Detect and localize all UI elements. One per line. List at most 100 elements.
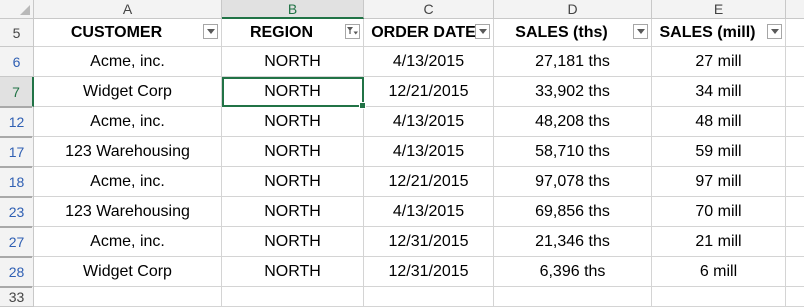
filter-dropdown-button[interactable] (767, 24, 782, 39)
table-header-label: ORDER DATE (371, 23, 476, 41)
table-cell[interactable]: 12/31/2015 (364, 257, 494, 287)
row-header[interactable]: 7 (0, 77, 34, 107)
table-header-label: CUSTOMER (70, 23, 163, 41)
table-cell[interactable]: Acme, inc. (34, 107, 222, 137)
row-header[interactable]: 27 (0, 227, 34, 257)
table-cell[interactable]: NORTH (222, 47, 364, 77)
row-header[interactable]: 28 (0, 257, 34, 287)
dropdown-arrow-icon (770, 29, 779, 34)
active-cell-outline[interactable] (222, 77, 366, 109)
table-cell[interactable] (786, 287, 804, 307)
table-cell[interactable]: 6 mill (652, 257, 786, 287)
table-cell[interactable] (786, 227, 804, 257)
dropdown-arrow-icon (478, 29, 487, 34)
select-all-corner[interactable] (0, 0, 34, 19)
table-cell[interactable]: Widget Corp (34, 77, 222, 107)
column-header-c[interactable]: C (364, 0, 494, 19)
table-header-sales-mill: SALES (mill) (652, 19, 786, 47)
filter-dropdown-button[interactable] (203, 24, 218, 39)
hidden-rows-divider (0, 286, 32, 288)
table-cell[interactable] (34, 287, 222, 307)
table-cell[interactable]: NORTH (222, 137, 364, 167)
table-cell[interactable]: 4/13/2015 (364, 197, 494, 227)
table-header-label: SALES (mill) (659, 23, 756, 41)
table-cell[interactable]: NORTH (222, 107, 364, 137)
table-cell[interactable]: 4/13/2015 (364, 107, 494, 137)
table-cell[interactable] (786, 107, 804, 137)
column-header-e[interactable]: E (652, 0, 786, 19)
table-header-customer: CUSTOMER (34, 19, 222, 47)
cell-f5[interactable] (786, 19, 804, 47)
table-cell[interactable]: 27,181 ths (494, 47, 652, 77)
table-cell[interactable]: 123 Warehousing (34, 197, 222, 227)
hidden-rows-divider (0, 256, 32, 258)
table-cell[interactable]: Acme, inc. (34, 47, 222, 77)
table-cell[interactable]: 97 mill (652, 167, 786, 197)
dropdown-arrow-icon (636, 29, 645, 34)
table-cell[interactable]: 34 mill (652, 77, 786, 107)
table-cell[interactable] (786, 47, 804, 77)
hidden-rows-divider (0, 136, 32, 138)
table-cell[interactable]: NORTH (222, 227, 364, 257)
table-header-region: REGION (222, 19, 364, 47)
hidden-rows-divider (0, 166, 32, 168)
table-cell[interactable]: 70 mill (652, 197, 786, 227)
table-cell[interactable] (786, 257, 804, 287)
table-cell[interactable]: Acme, inc. (34, 227, 222, 257)
table-cell[interactable]: 27 mill (652, 47, 786, 77)
table-cell[interactable] (786, 137, 804, 167)
column-header-f[interactable] (786, 0, 804, 19)
table-cell[interactable]: NORTH (222, 167, 364, 197)
table-cell[interactable]: 12/21/2015 (364, 77, 494, 107)
table-cell[interactable]: 12/21/2015 (364, 167, 494, 197)
row-header[interactable]: 23 (0, 197, 34, 227)
table-header-sales-ths: SALES (ths) (494, 19, 652, 47)
table-cell[interactable]: 69,856 ths (494, 197, 652, 227)
dropdown-arrow-icon (206, 29, 215, 34)
column-header-a[interactable]: A (34, 0, 222, 19)
row-header-5[interactable]: 5 (0, 19, 34, 47)
table-cell[interactable]: Acme, inc. (34, 167, 222, 197)
column-header-b[interactable]: B (222, 0, 364, 19)
table-cell[interactable]: 4/13/2015 (364, 137, 494, 167)
table-cell[interactable]: 21,346 ths (494, 227, 652, 257)
hidden-rows-divider (0, 226, 32, 228)
column-header-d[interactable]: D (494, 0, 652, 19)
table-header-label: REGION (249, 23, 314, 41)
row-header[interactable]: 12 (0, 107, 34, 137)
row-header[interactable]: 18 (0, 167, 34, 197)
table-cell[interactable]: 21 mill (652, 227, 786, 257)
table-cell[interactable]: 97,078 ths (494, 167, 652, 197)
table-cell[interactable]: 4/13/2015 (364, 47, 494, 77)
filter-dropdown-button[interactable] (475, 24, 490, 39)
filter-funnel-icon (347, 27, 358, 35)
row-header[interactable]: 17 (0, 137, 34, 167)
table-cell[interactable] (786, 167, 804, 197)
row-header[interactable]: 33 (0, 287, 34, 307)
table-cell[interactable] (494, 287, 652, 307)
fill-handle[interactable] (359, 102, 366, 109)
table-header-order-date: ORDER DATE (364, 19, 494, 47)
table-cell[interactable] (222, 287, 364, 307)
table-cell[interactable]: 6,396 ths (494, 257, 652, 287)
table-cell[interactable]: 59 mill (652, 137, 786, 167)
table-cell[interactable]: Widget Corp (34, 257, 222, 287)
filter-applied-button[interactable] (345, 24, 360, 39)
table-cell[interactable] (786, 197, 804, 227)
table-cell[interactable]: 48,208 ths (494, 107, 652, 137)
hidden-rows-divider (0, 196, 32, 198)
table-cell[interactable] (652, 287, 786, 307)
table-cell[interactable]: NORTH (222, 257, 364, 287)
row-header[interactable]: 6 (0, 47, 34, 77)
table-cell[interactable]: 33,902 ths (494, 77, 652, 107)
hidden-rows-divider (0, 106, 32, 108)
table-header-label: SALES (ths) (515, 23, 608, 41)
table-cell[interactable]: NORTH (222, 197, 364, 227)
table-cell[interactable] (364, 287, 494, 307)
table-cell[interactable]: 48 mill (652, 107, 786, 137)
filter-dropdown-button[interactable] (633, 24, 648, 39)
table-cell[interactable]: 58,710 ths (494, 137, 652, 167)
table-cell[interactable]: 12/31/2015 (364, 227, 494, 257)
table-cell[interactable]: 123 Warehousing (34, 137, 222, 167)
table-cell[interactable] (786, 77, 804, 107)
